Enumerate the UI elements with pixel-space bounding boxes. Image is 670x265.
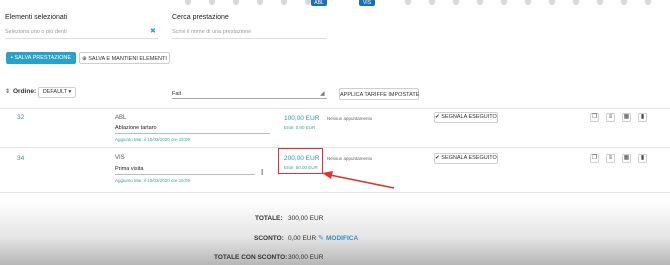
save-icon: ▪	[10, 55, 13, 61]
tooth-dot[interactable]	[525, 0, 531, 5]
edit-discount-link[interactable]: MODIFICA	[326, 235, 358, 242]
added-date: Aggiunto Mar. il 10/03/2020 ore 15:09	[115, 178, 191, 183]
text-cursor-icon: I	[261, 168, 264, 177]
save-keep-button[interactable]: ⊕ SALVA E MANTIENI ELEMENTI	[79, 52, 170, 64]
price-value[interactable]: 200,00 EUR	[284, 155, 319, 162]
save-keep-label: SALVA E MANTIENI ELEMENTI	[88, 56, 167, 62]
appointment-status: Nessun appuntamento	[327, 156, 373, 161]
bottom-shadow	[0, 200, 670, 265]
tooth-dot[interactable]	[573, 0, 579, 5]
save-button[interactable]: ▪ SALVA PRESTAZIONE	[6, 52, 76, 64]
net-total-label: TOTALE CON SCONTO:	[214, 254, 288, 261]
tooth-dot[interactable]	[621, 0, 627, 5]
added-date: Aggiunto Mar. il 10/03/2020 ore 15:09	[115, 137, 191, 142]
selected-underline	[5, 38, 158, 39]
caret-down-icon: ▾	[68, 89, 72, 95]
check-icon: ✔	[435, 155, 440, 161]
mark-done-label: SEGNALA ESEGUITO	[441, 114, 497, 120]
calendar-icon[interactable]: ▦	[622, 154, 631, 163]
search-label: Cerca prestazione	[172, 14, 229, 21]
total-label: TOTALE:	[255, 215, 283, 222]
total-value: 300,00 EUR	[288, 215, 324, 222]
copy-icon[interactable]: ❐	[590, 113, 599, 122]
order-value: DEFAULT	[42, 89, 67, 95]
tariff-select[interactable]: Fait	[172, 91, 181, 97]
calendar-icon[interactable]: ▦	[622, 113, 631, 122]
net-total-value: 300,00 EUR	[288, 254, 324, 261]
plus-circle-icon: ⊕	[82, 56, 87, 62]
mark-done-button[interactable]: ✔ SEGNALA ESEGUITO	[434, 153, 498, 164]
insurer-cost: Ente: 50,00 EUR	[284, 165, 318, 170]
tooth-dot[interactable]	[281, 0, 287, 5]
row-divider	[0, 192, 670, 193]
tooth-dot[interactable]	[549, 0, 555, 5]
tooth-selector-strip	[185, 0, 655, 6]
name-underline	[115, 174, 255, 175]
list-icon[interactable]: ≡	[606, 154, 615, 163]
treatment-name[interactable]: Prima visita	[115, 166, 143, 172]
tooth-dot[interactable]	[645, 0, 651, 5]
order-dropdown[interactable]: DEFAULT ▾	[38, 87, 76, 98]
tooth-dot[interactable]	[477, 0, 483, 5]
selected-elements-input[interactable]: Seleziona uno o più denti	[5, 29, 67, 35]
tooth-dot[interactable]	[185, 0, 191, 5]
save-label: SALVA PRESTAZIONE	[14, 55, 72, 61]
tooth-dot[interactable]	[209, 0, 215, 5]
tooth-dot[interactable]	[429, 0, 435, 5]
tooth-badge[interactable]: VIS	[359, 0, 375, 6]
list-icon[interactable]: ≡	[606, 113, 615, 122]
annotation-arrow	[322, 171, 395, 189]
treatment-code: VIS	[115, 155, 125, 161]
discount-value: 0,00 EUR	[288, 235, 317, 242]
mark-done-button[interactable]: ✔ SEGNALA ESEGUITO	[434, 112, 498, 123]
search-underline	[172, 38, 327, 39]
pencil-icon: ✎	[318, 235, 324, 242]
tariff-underline	[172, 98, 327, 99]
mark-done-label: SEGNALA ESEGUITO	[441, 155, 497, 161]
tooth-dot[interactable]	[597, 0, 603, 5]
discount-label: SCONTO:	[254, 235, 284, 242]
tooth-dot[interactable]	[257, 0, 263, 5]
tooth-dot[interactable]	[453, 0, 459, 5]
check-icon: ✔	[435, 114, 440, 120]
apply-tariff-button[interactable]: APPLICA TARIFFE IMPOSTATE	[339, 88, 419, 100]
search-input[interactable]: Scrivi il nome di una prestazione	[172, 29, 251, 35]
row-divider	[0, 147, 670, 148]
insurer-cost: Ente: 0,00 EUR	[284, 125, 316, 130]
close-icon[interactable]: ✖	[150, 27, 156, 35]
sort-icon: ⇕	[5, 89, 11, 95]
tooth-number[interactable]: 32	[17, 114, 24, 121]
tooth-badge[interactable]: ABL	[311, 0, 327, 6]
tooth-dot[interactable]	[501, 0, 507, 5]
trash-icon[interactable]: ▮	[638, 154, 647, 163]
resize-icon: ◢	[320, 91, 325, 97]
copy-icon[interactable]: ❐	[590, 154, 599, 163]
trash-icon[interactable]: ▮	[638, 113, 647, 122]
treatment-code: ABL	[115, 115, 127, 121]
appointment-status: Nessun appuntamento	[327, 116, 373, 121]
selected-elements-label: Elementi selezionati	[5, 14, 68, 21]
tooth-dot[interactable]	[233, 0, 239, 5]
order-label: Ordine:	[13, 88, 37, 95]
price-value[interactable]: 100,00 EUR	[284, 115, 319, 122]
name-underline	[115, 133, 270, 134]
tooth-dot[interactable]	[405, 0, 411, 5]
row-divider	[0, 108, 670, 109]
tooth-number[interactable]: 34	[17, 155, 24, 162]
treatment-name[interactable]: Ablazione tartaro	[115, 125, 157, 131]
